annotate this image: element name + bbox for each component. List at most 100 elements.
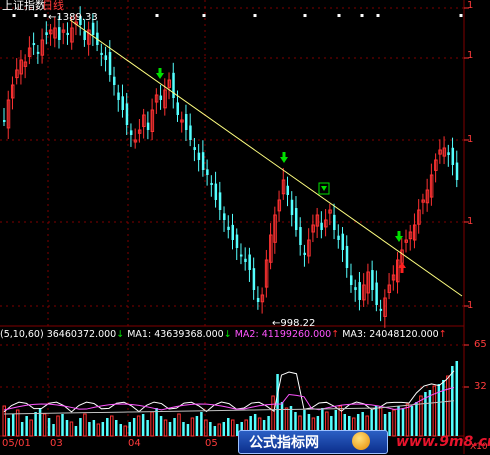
candle-body-down (286, 185, 290, 195)
y-tick-label: 1 (467, 300, 474, 311)
volume-bar-up (69, 421, 74, 437)
volume-bar-up (123, 425, 127, 437)
star-marker (12, 14, 16, 17)
legend-ma3-arrow: ↑ (438, 329, 447, 340)
volume-bar-down (186, 424, 190, 436)
volume-bar-down (74, 426, 78, 436)
index-title: 上证指数 (2, 0, 46, 12)
volume-ma-lines (3, 370, 455, 415)
volume-bar-down (20, 422, 24, 436)
x-tick-label: 05 (205, 438, 218, 449)
legend-ma2-value: 41199260.000 (261, 329, 332, 340)
candle-body-down (197, 152, 201, 160)
volume-bar-down (92, 420, 96, 436)
volume-bar-down (34, 412, 37, 436)
volume-bar-down (52, 424, 55, 436)
volume-bar-up (217, 423, 222, 437)
candle-body-down (358, 282, 361, 300)
volume-bar-down (155, 408, 158, 436)
candle-body-down (379, 308, 383, 311)
volume-bar-down (65, 420, 69, 436)
volume-bar-up (83, 413, 87, 437)
candle-body-down (184, 114, 188, 130)
volume-tick-label: 32 (474, 381, 487, 392)
volume-bar-down (168, 422, 172, 436)
candle-body-down (227, 226, 230, 230)
volume-bar-down (38, 408, 42, 436)
volume-bar-down (119, 424, 122, 436)
candle-body-down (299, 227, 302, 245)
candle-body-down (252, 268, 256, 290)
volume-bar-down (222, 422, 226, 436)
volume-bar-down (141, 414, 145, 436)
candle-body-down (104, 55, 108, 60)
volume-bar-up (446, 375, 450, 437)
star-marker (303, 14, 307, 17)
candle-body-down (320, 222, 323, 230)
candle-body-down (108, 52, 112, 75)
volume-bar-up (96, 423, 101, 437)
candle-body-down (223, 213, 226, 220)
high-price-label: ←1389.33 (48, 12, 98, 23)
candle-body-down (375, 282, 378, 305)
candle-body-down (244, 258, 247, 262)
volume-bar-down (101, 422, 105, 436)
candle-body-down (333, 214, 336, 230)
star-marker (253, 14, 257, 17)
volume-bar-down (159, 416, 163, 436)
candle-body-down (256, 297, 260, 302)
candlestick-series[interactable] (3, 6, 459, 328)
candle-body-down (371, 270, 374, 290)
candle-body-down (146, 122, 150, 130)
volume-bar-up (42, 413, 47, 437)
volume-bar-down (173, 418, 176, 436)
candle-body-down (32, 43, 36, 46)
y-tick-label: 1 (467, 50, 474, 61)
candle-body-down (45, 32, 48, 35)
volume-bar-down (79, 418, 82, 436)
volume-ma2-line (3, 387, 455, 411)
star-marker (459, 14, 463, 17)
y-tick-label: 1 (467, 216, 474, 227)
star-marker (337, 14, 341, 17)
candle-body-down (91, 22, 95, 35)
candle-body-down (159, 95, 163, 100)
candle-body-down (248, 254, 251, 270)
legend-ma3-value: 24048120.000 (369, 329, 439, 340)
candle-body-down (201, 152, 205, 170)
candle-body-down (100, 52, 103, 55)
star-marker (376, 14, 380, 17)
candle-body-down (349, 275, 353, 285)
volume-bar-up (150, 411, 154, 437)
volume-bar-down (128, 422, 131, 436)
low-price-value: 998.22 (280, 318, 316, 329)
x-tick-label: 03 (50, 438, 63, 449)
volume-legend: (5,10,60) 36460372.000↓ MA1: 43639368.00… (0, 329, 447, 341)
candle-body-down (129, 130, 133, 135)
volume-bar-down (88, 422, 91, 436)
volume-bars (2, 361, 459, 437)
volume-bar-down (106, 418, 109, 436)
candle-body-down (206, 169, 209, 175)
volume-bar-up (163, 419, 168, 437)
signal-markers (156, 68, 406, 273)
volume-bar-down (442, 380, 445, 436)
star-marker (43, 14, 47, 17)
candle-body-down (451, 147, 455, 165)
legend-ma1-value: 43639368.000 (154, 329, 224, 340)
legend-ma1-label: MA1: (127, 329, 152, 340)
legend-ma2-arrow: ↑ (331, 329, 340, 340)
volume-bar-down (146, 420, 149, 436)
candle-body-down (303, 252, 306, 255)
candle-body-down (36, 51, 40, 54)
candle-body-down (341, 233, 345, 250)
candle-body-down (113, 76, 116, 85)
volume-bar-up (29, 419, 33, 437)
period-label[interactable]: 日线 (42, 0, 64, 12)
green-down-arrow (280, 152, 288, 163)
candle-body-down (121, 96, 124, 110)
volume-bar-down (11, 414, 15, 436)
candle-body-down (125, 103, 129, 125)
chart-grid (0, 0, 469, 454)
stock-chart[interactable] (0, 0, 490, 454)
